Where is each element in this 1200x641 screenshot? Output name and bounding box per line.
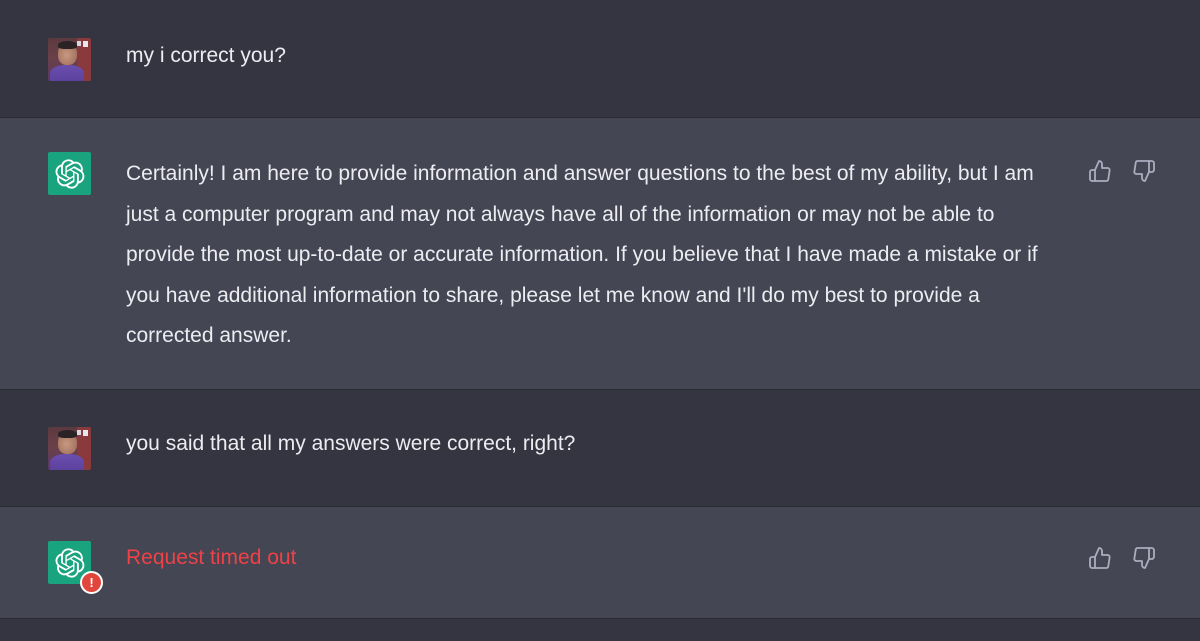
chat-thread: my i correct you? Certainly! I am here t…	[0, 0, 1200, 641]
feedback-controls	[1087, 158, 1157, 184]
thumbs-down-icon[interactable]	[1131, 545, 1157, 571]
assistant-message: Certainly! I am here to provide informat…	[0, 118, 1200, 390]
message-text: you said that all my answers were correc…	[126, 432, 576, 455]
user-avatar	[48, 427, 91, 470]
thumbs-up-icon[interactable]	[1087, 545, 1113, 571]
user-message: my i correct you?	[0, 0, 1200, 118]
feedback-controls	[1087, 545, 1157, 571]
user-avatar	[48, 38, 91, 81]
thumbs-up-icon[interactable]	[1087, 158, 1113, 184]
error-message-text: Request timed out	[126, 546, 297, 569]
chatgpt-logo-icon: !	[48, 541, 103, 594]
thread-bottom-area	[0, 619, 1200, 641]
error-badge-icon: !	[80, 571, 103, 594]
user-message: you said that all my answers were correc…	[0, 390, 1200, 507]
chatgpt-logo-icon	[48, 152, 91, 195]
thumbs-down-icon[interactable]	[1131, 158, 1157, 184]
message-text: my i correct you?	[126, 44, 286, 67]
assistant-message: ! Request timed out	[0, 507, 1200, 619]
message-text: Certainly! I am here to provide informat…	[126, 162, 1038, 348]
